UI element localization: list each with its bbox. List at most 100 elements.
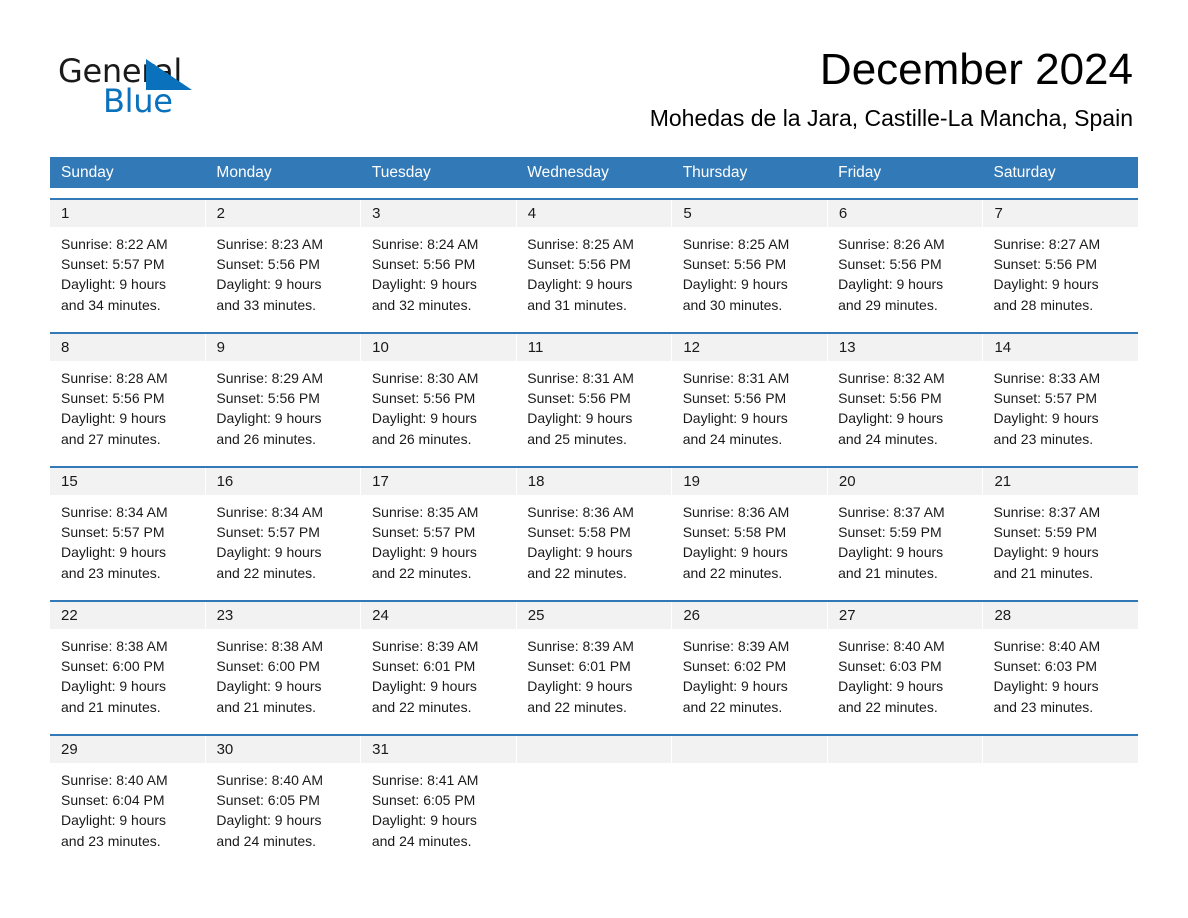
sunrise-text: Sunrise: 8:24 AM <box>371 236 479 252</box>
sunset-text: Sunset: 6:01 PM <box>371 658 476 675</box>
daylight-text-line1: Daylight: 9 hours <box>371 544 477 561</box>
day-number[interactable]: 29 <box>50 736 206 763</box>
daylight-text-line2: and 29 minutes. <box>838 296 938 313</box>
daylight-text-line2: and 21 minutes. <box>61 698 161 715</box>
sunset-text: Sunset: 5:59 PM <box>993 524 1098 541</box>
day-number[interactable]: 20 <box>828 468 984 495</box>
day-number[interactable]: 26 <box>672 602 828 629</box>
sunset-text: Sunset: 5:57 PM <box>216 524 320 541</box>
daylight-text-line2: and 24 minutes. <box>682 430 783 447</box>
day-number[interactable]: 2 <box>206 200 362 227</box>
sunset-text: Sunset: 6:00 PM <box>61 658 165 675</box>
day-cell: Sunrise: 8:33 AM Sunset: 5:57 PM Dayligh… <box>983 361 1138 456</box>
daylight-text-line1: Daylight: 9 hours <box>682 276 788 293</box>
day-number[interactable]: 18 <box>517 468 673 495</box>
daylight-text-line2: and 21 minutes. <box>993 564 1094 581</box>
day-cell: Sunrise: 8:23 AM Sunset: 5:56 PM Dayligh… <box>205 227 360 322</box>
sunrise-text: Sunrise: 8:22 AM <box>61 236 168 252</box>
day-number[interactable]: 28 <box>983 602 1138 629</box>
sunset-text: Sunset: 5:56 PM <box>838 390 942 407</box>
day-number[interactable]: 4 <box>517 200 673 227</box>
daylight-text-line2: and 22 minutes. <box>682 564 783 581</box>
general-blue-logo: General Blue <box>58 52 248 120</box>
day-number[interactable]: 3 <box>361 200 517 227</box>
day-number-row: 15 16 17 18 19 20 21 <box>50 468 1138 495</box>
day-cell: Sunrise: 8:38 AM Sunset: 6:00 PM Dayligh… <box>50 629 205 724</box>
day-cell-empty <box>516 763 671 858</box>
day-number[interactable]: 9 <box>206 334 362 361</box>
sunset-text: Sunset: 6:00 PM <box>216 658 320 675</box>
daylight-text-line1: Daylight: 9 hours <box>371 678 477 695</box>
day-number-empty <box>672 736 828 763</box>
day-number[interactable]: 10 <box>361 334 517 361</box>
daylight-text-line1: Daylight: 9 hours <box>838 276 944 293</box>
day-number[interactable]: 7 <box>983 200 1138 227</box>
day-number-empty <box>983 736 1138 763</box>
day-number[interactable]: 15 <box>50 468 206 495</box>
day-number-row: 22 23 24 25 26 27 28 <box>50 602 1138 629</box>
daylight-text-line2: and 33 minutes. <box>216 296 317 313</box>
day-number[interactable]: 12 <box>672 334 828 361</box>
sunset-text: Sunset: 5:56 PM <box>527 256 631 273</box>
day-number[interactable]: 16 <box>206 468 362 495</box>
daylight-text-line2: and 21 minutes. <box>216 698 317 715</box>
day-number[interactable]: 23 <box>206 602 362 629</box>
day-number-empty <box>828 736 984 763</box>
sunset-text: Sunset: 5:57 PM <box>371 524 476 541</box>
day-cell: Sunrise: 8:39 AM Sunset: 6:01 PM Dayligh… <box>516 629 671 724</box>
day-number[interactable]: 8 <box>50 334 206 361</box>
daylight-text-line1: Daylight: 9 hours <box>61 410 167 427</box>
day-number[interactable]: 24 <box>361 602 517 629</box>
day-number[interactable]: 11 <box>517 334 673 361</box>
daylight-text-line1: Daylight: 9 hours <box>682 678 788 695</box>
daylight-text-line1: Daylight: 9 hours <box>371 276 477 293</box>
sunrise-text: Sunrise: 8:38 AM <box>216 638 324 654</box>
day-number[interactable]: 6 <box>828 200 984 227</box>
day-number[interactable]: 13 <box>828 334 984 361</box>
day-cell: Sunrise: 8:36 AM Sunset: 5:58 PM Dayligh… <box>516 495 671 590</box>
weekday-header-wednesday: Wednesday <box>527 164 609 181</box>
sunrise-text: Sunrise: 8:35 AM <box>371 504 479 520</box>
day-number[interactable]: 19 <box>672 468 828 495</box>
daylight-text-line2: and 23 minutes. <box>61 564 161 581</box>
day-cell: Sunrise: 8:25 AM Sunset: 5:56 PM Dayligh… <box>516 227 671 322</box>
daylight-text-line1: Daylight: 9 hours <box>61 812 167 829</box>
day-info-row: Sunrise: 8:38 AM Sunset: 6:00 PM Dayligh… <box>50 629 1138 724</box>
day-number[interactable]: 5 <box>672 200 828 227</box>
page-title: December 2024 <box>819 45 1133 94</box>
day-number[interactable]: 17 <box>361 468 517 495</box>
week-row: 22 23 24 25 26 27 28 Sunrise: 8:38 AM Su… <box>50 600 1138 724</box>
day-number[interactable]: 27 <box>828 602 984 629</box>
sunrise-text: Sunrise: 8:34 AM <box>61 504 168 520</box>
day-number[interactable]: 1 <box>50 200 206 227</box>
day-number[interactable]: 21 <box>983 468 1138 495</box>
daylight-text-line1: Daylight: 9 hours <box>216 276 322 293</box>
week-row: 15 16 17 18 19 20 21 Sunrise: 8:34 AM Su… <box>50 466 1138 590</box>
daylight-text-line1: Daylight: 9 hours <box>371 812 477 829</box>
week-row: 1 2 3 4 5 6 7 Sunrise: 8:22 AM Sunset: 5… <box>50 198 1138 322</box>
calendar-grid: Sunday Monday Tuesday Wednesday Thursday… <box>50 157 1138 858</box>
day-number[interactable]: 22 <box>50 602 206 629</box>
logo-text-blue: Blue <box>103 82 173 120</box>
day-number[interactable]: 30 <box>206 736 362 763</box>
sunset-text: Sunset: 6:05 PM <box>371 792 476 809</box>
day-number-empty <box>517 736 673 763</box>
day-info-row: Sunrise: 8:22 AM Sunset: 5:57 PM Dayligh… <box>50 227 1138 322</box>
daylight-text-line2: and 27 minutes. <box>61 430 161 447</box>
daylight-text-line2: and 28 minutes. <box>993 296 1094 313</box>
daylight-text-line1: Daylight: 9 hours <box>61 678 167 695</box>
day-number[interactable]: 31 <box>361 736 517 763</box>
day-number[interactable]: 14 <box>983 334 1138 361</box>
daylight-text-line1: Daylight: 9 hours <box>216 544 322 561</box>
sunset-text: Sunset: 5:56 PM <box>216 256 320 273</box>
daylight-text-line2: and 22 minutes. <box>527 698 627 715</box>
sunset-text: Sunset: 6:03 PM <box>838 658 942 675</box>
day-cell: Sunrise: 8:31 AM Sunset: 5:56 PM Dayligh… <box>516 361 671 456</box>
daylight-text-line2: and 22 minutes. <box>216 564 317 581</box>
weekday-header-monday: Monday <box>216 164 272 181</box>
day-number[interactable]: 25 <box>517 602 673 629</box>
day-cell: Sunrise: 8:25 AM Sunset: 5:56 PM Dayligh… <box>672 227 827 322</box>
weekday-header-sunday: Sunday <box>61 164 114 181</box>
daylight-text-line2: and 26 minutes. <box>371 430 472 447</box>
day-cell: Sunrise: 8:30 AM Sunset: 5:56 PM Dayligh… <box>361 361 516 456</box>
